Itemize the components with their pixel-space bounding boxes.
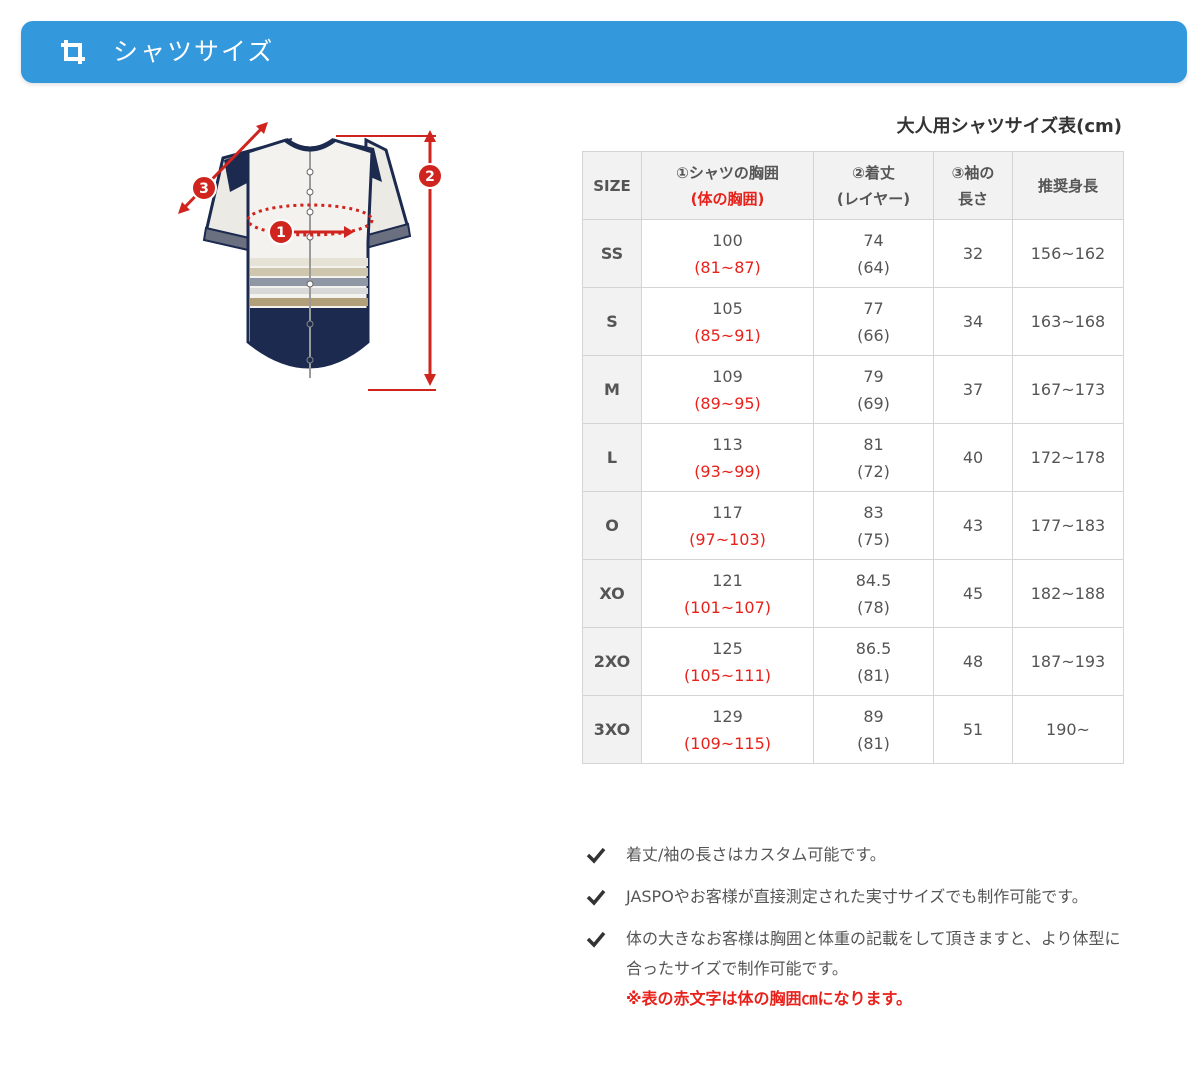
check-icon <box>586 847 606 864</box>
height-cell: 182~188 <box>1012 559 1124 628</box>
list-item: JASPOやお客様が直接測定された実寸サイズでも制作可能です。 <box>586 882 1126 912</box>
size-cell: M <box>582 355 642 424</box>
notes-list: 着丈/袖の長さはカスタム可能です。 JASPOやお客様が直接測定された実寸サイズ… <box>586 840 1126 1026</box>
length-cell: 84.5 (78) <box>813 559 934 628</box>
header-size: SIZE <box>582 151 642 220</box>
svg-text:1: 1 <box>276 225 286 241</box>
table-row: 3XO 129 (109~115) 89 (81) 51 190~ <box>582 695 1124 764</box>
size-cell: XO <box>582 559 642 628</box>
table-row: SS 100 (81~87) 74 (64) 32 156~162 <box>582 219 1124 288</box>
length-cell: 77 (66) <box>813 287 934 356</box>
height-cell: 187~193 <box>1012 627 1124 696</box>
size-cell: SS <box>582 219 642 288</box>
svg-text:2: 2 <box>425 169 435 185</box>
length-cell: 74 (64) <box>813 219 934 288</box>
list-item: 着丈/袖の長さはカスタム可能です。 <box>586 840 1126 870</box>
chest-cell: 125 (105~111) <box>641 627 814 696</box>
header-height: 推奨身長 <box>1012 151 1124 220</box>
sleeve-cell: 48 <box>933 627 1013 696</box>
marker-1: 1 <box>268 219 294 245</box>
marker-2: 2 <box>417 163 443 189</box>
table-row: XO 121 (101~107) 84.5 (78) 45 182~188 <box>582 559 1124 628</box>
height-cell: 177~183 <box>1012 491 1124 560</box>
header-sleeve: ③袖の 長さ <box>933 151 1013 220</box>
sleeve-cell: 40 <box>933 423 1013 492</box>
sleeve-cell: 51 <box>933 695 1013 764</box>
chest-cell: 121 (101~107) <box>641 559 814 628</box>
sleeve-cell: 34 <box>933 287 1013 356</box>
length-cell: 89 (81) <box>813 695 934 764</box>
chest-cell: 100 (81~87) <box>641 219 814 288</box>
table-row: 2XO 125 (105~111) 86.5 (81) 48 187~193 <box>582 627 1124 696</box>
chest-cell: 109 (89~95) <box>641 355 814 424</box>
table-row: S 105 (85~91) 77 (66) 34 163~168 <box>582 287 1124 356</box>
table-row: M 109 (89~95) 79 (69) 37 167~173 <box>582 355 1124 424</box>
size-cell: 3XO <box>582 695 642 764</box>
length-cell: 79 (69) <box>813 355 934 424</box>
length-cell: 86.5 (81) <box>813 627 934 696</box>
section-header: シャツサイズ <box>21 21 1187 83</box>
length-cell: 81 (72) <box>813 423 934 492</box>
header-chest: ①シャツの胸囲 (体の胸囲) <box>641 151 814 220</box>
table-header-row: SIZE ①シャツの胸囲 (体の胸囲) ②着丈 (レイヤー) ③袖の 長さ 推奨… <box>582 151 1124 220</box>
size-cell: L <box>582 423 642 492</box>
shirt-measurement-diagram: 1 2 3 <box>178 122 443 391</box>
sleeve-cell: 43 <box>933 491 1013 560</box>
chest-cell: 113 (93~99) <box>641 423 814 492</box>
height-cell: 167~173 <box>1012 355 1124 424</box>
chest-cell: 117 (97~103) <box>641 491 814 560</box>
table-caption: 大人用シャツサイズ表(cm) <box>896 116 1122 137</box>
table-row: O 117 (97~103) 83 (75) 43 177~183 <box>582 491 1124 560</box>
page-title: シャツサイズ <box>113 37 275 66</box>
chest-cell: 105 (85~91) <box>641 287 814 356</box>
size-cell: S <box>582 287 642 356</box>
red-text-note: ※表の赤文字は体の胸囲㎝になります。 <box>626 989 912 1008</box>
sleeve-cell: 45 <box>933 559 1013 628</box>
size-table: SIZE ①シャツの胸囲 (体の胸囲) ②着丈 (レイヤー) ③袖の 長さ 推奨… <box>582 151 1124 764</box>
marker-3: 3 <box>191 175 217 201</box>
check-icon <box>586 889 606 906</box>
table-row: L 113 (93~99) 81 (72) 40 172~178 <box>582 423 1124 492</box>
list-item: 体の大きなお客様は胸囲と体重の記載をして頂きますと、より体型に合ったサイズで制作… <box>586 924 1126 1014</box>
chest-cell: 129 (109~115) <box>641 695 814 764</box>
height-cell: 172~178 <box>1012 423 1124 492</box>
check-icon <box>586 931 606 948</box>
height-cell: 163~168 <box>1012 287 1124 356</box>
height-cell: 156~162 <box>1012 219 1124 288</box>
header-length: ②着丈 (レイヤー) <box>813 151 934 220</box>
crop-icon <box>61 40 85 64</box>
sleeve-cell: 32 <box>933 219 1013 288</box>
size-cell: 2XO <box>582 627 642 696</box>
sleeve-cell: 37 <box>933 355 1013 424</box>
size-cell: O <box>582 491 642 560</box>
svg-text:3: 3 <box>199 181 209 197</box>
length-cell: 83 (75) <box>813 491 934 560</box>
height-cell: 190~ <box>1012 695 1124 764</box>
